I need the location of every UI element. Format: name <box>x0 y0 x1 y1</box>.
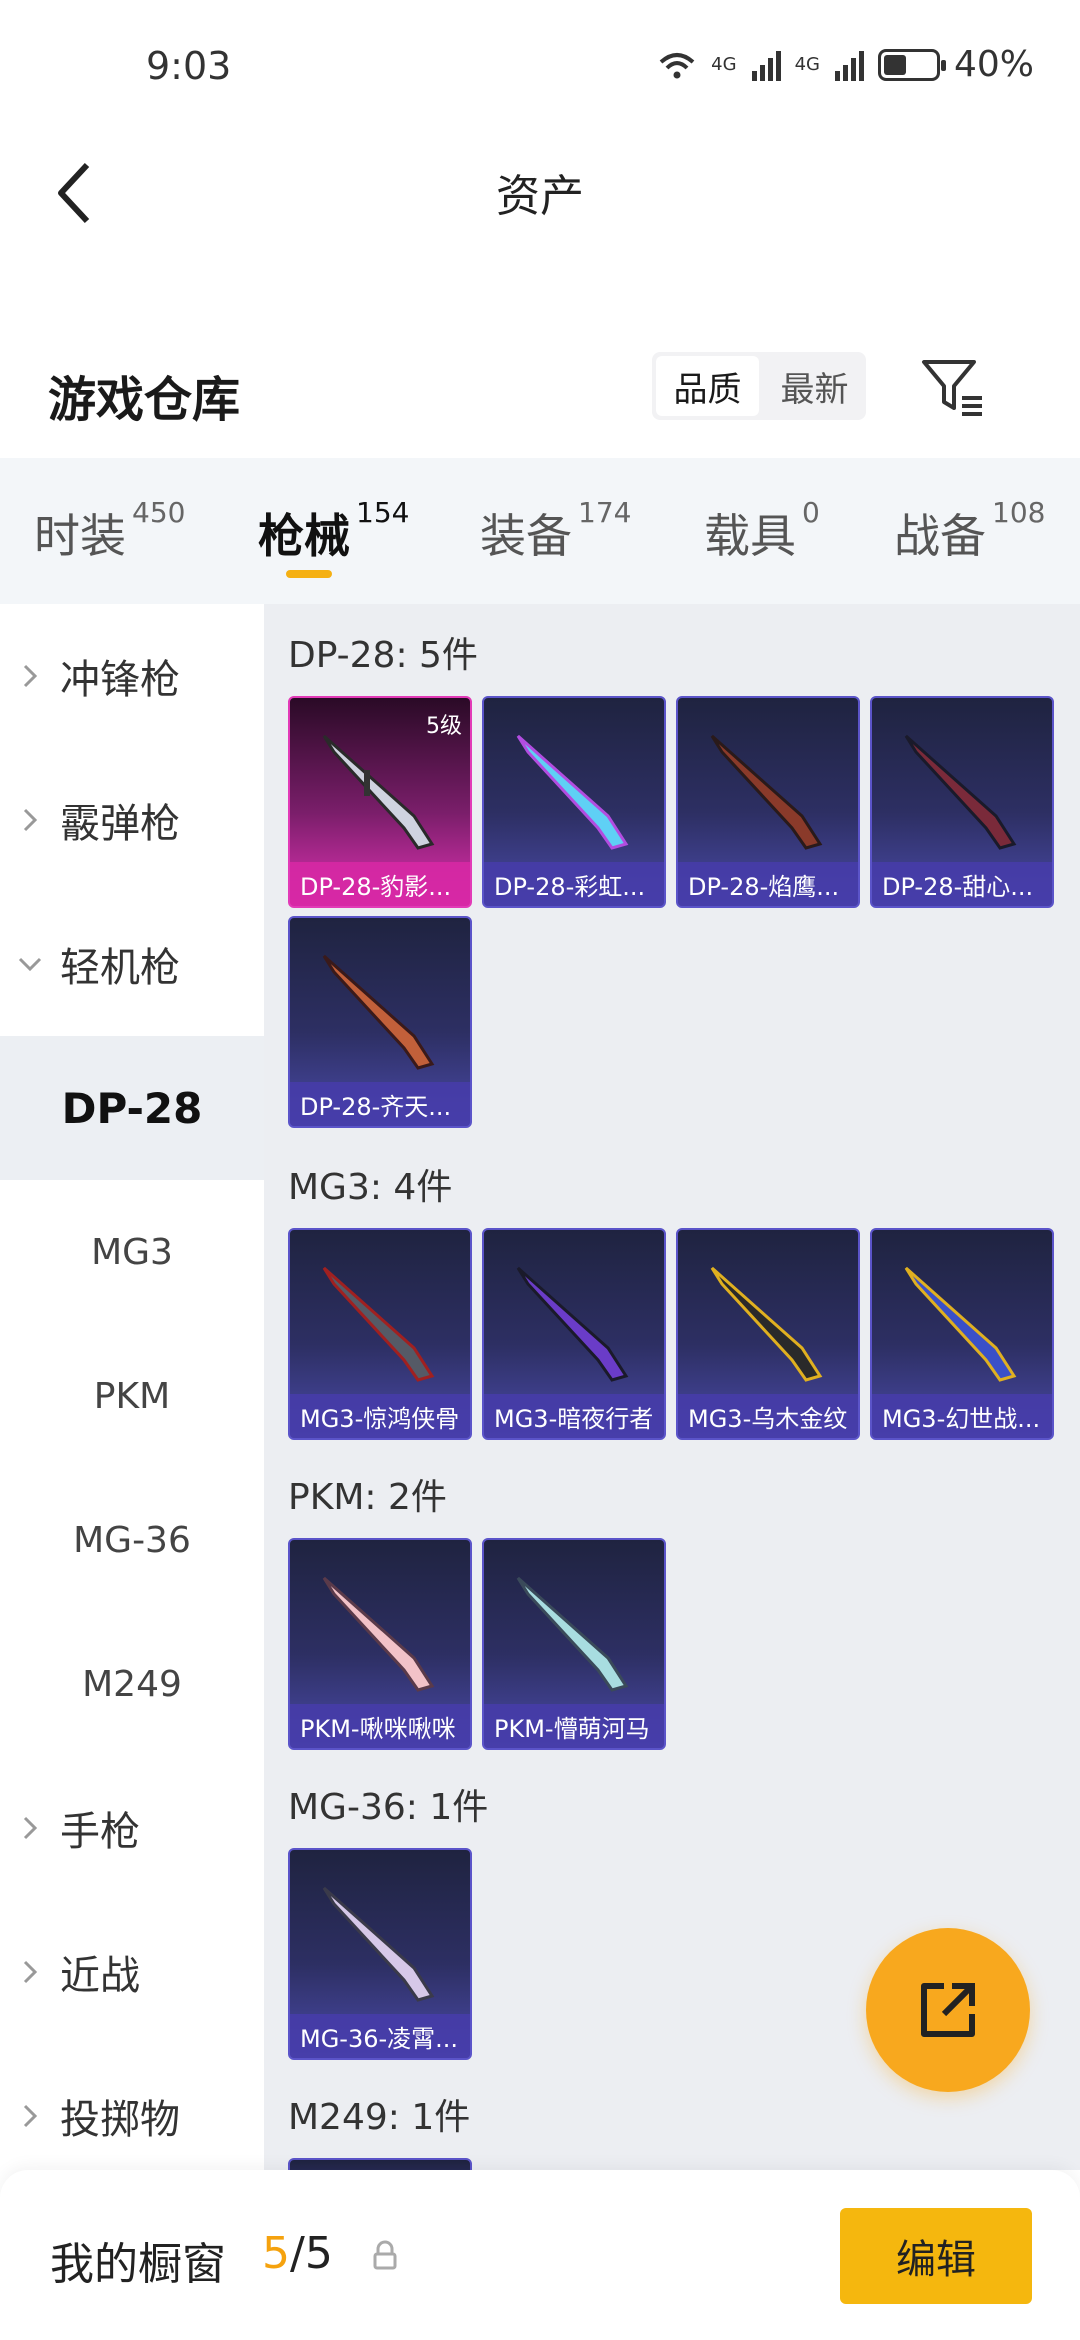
chevron-right-icon <box>23 2104 38 2128</box>
showcase-bar: 我的橱窗 5/5 编辑 <box>0 2170 1080 2340</box>
warehouse-header: 游戏仓库 品质 最新 <box>0 340 1080 456</box>
sort-quality-button[interactable]: 品质 <box>656 356 759 416</box>
showcase-separator: / <box>290 2228 305 2279</box>
group-title-mg36: MG-36: 1件 <box>288 1787 489 1828</box>
tab-supplies[interactable]: 战备 108 <box>894 458 1045 604</box>
wifi-icon <box>659 52 695 78</box>
skin-name: DP-28-彩虹... <box>484 862 664 906</box>
chevron-down-icon <box>18 957 42 972</box>
battery-icon <box>877 48 946 81</box>
status-bar: 9:03 4G 4G 40% <box>0 0 1080 130</box>
skin-name: MG3-惊鸿侠骨 <box>290 1394 470 1438</box>
share-export-icon <box>921 1983 975 2037</box>
group-title-pkm: PKM: 2件 <box>288 1477 447 1518</box>
sidebar-item-smg[interactable]: 冲锋枪 <box>0 604 264 748</box>
status-indicators: 4G 4G 40% <box>657 44 1034 85</box>
skin-name: DP-28-豹影... <box>290 862 470 906</box>
gun-skin-icon <box>322 954 435 1070</box>
lock-icon <box>373 2240 397 2270</box>
sidebar-item-melee[interactable]: 近战 <box>0 1900 264 2044</box>
skin-name: MG3-乌木金纹 <box>678 1394 858 1438</box>
app-header: 资产 <box>0 130 1080 260</box>
showcase-current: 5 <box>262 2228 290 2279</box>
chevron-right-icon <box>23 808 38 832</box>
skin-name: MG3-幻世战... <box>872 1394 1052 1438</box>
skin-card[interactable]: MG-36-凌霄... <box>288 1848 472 2060</box>
sidebar-item-pistol[interactable]: 手枪 <box>0 1756 264 1900</box>
tab-vehicles[interactable]: 载具 0 <box>704 458 820 604</box>
skin-name: DP-28-焰鹰... <box>678 862 858 906</box>
sidebar-item-lmg[interactable]: 轻机枪 <box>0 892 264 1036</box>
tab-equipment[interactable]: 装备 174 <box>480 458 631 604</box>
filter-icon <box>922 360 982 416</box>
sidebar-item-dp28[interactable]: DP-28 <box>0 1036 264 1180</box>
showcase-label: 我的橱窗 <box>50 2239 226 2290</box>
skin-level-badge: 5级 <box>426 714 462 739</box>
sidebar-item-throwables[interactable]: 投掷物 <box>0 2044 264 2188</box>
group-title-dp28: DP-28: 5件 <box>288 635 478 676</box>
sort-toggle: 品质 最新 <box>652 352 866 420</box>
warehouse-title: 游戏仓库 <box>48 372 241 428</box>
gun-skin-icon <box>904 1266 1017 1382</box>
weapon-type-sidebar: 冲锋枪 霰弹枪 轻机枪 DP-28 MG3 PKM MG-36 M249 手枪 … <box>0 604 264 2170</box>
sidebar-item-mg3[interactable]: MG3 <box>0 1180 264 1324</box>
showcase-count: 5/5 <box>262 2228 333 2279</box>
gun-skin-icon <box>322 1886 435 2002</box>
skin-name: MG-36-凌霄... <box>290 2014 470 2058</box>
chevron-right-icon <box>23 664 38 688</box>
network-4g-label-1: 4G <box>711 54 737 75</box>
skin-name: DP-28-齐天... <box>290 1082 470 1126</box>
chevron-right-icon <box>23 1816 38 1840</box>
gun-skin-icon <box>904 734 1017 850</box>
signal-icon <box>834 50 864 81</box>
gun-skin-icon <box>322 1266 435 1382</box>
signal-icon <box>751 50 781 81</box>
tab-guns[interactable]: 枪械 154 <box>258 458 409 604</box>
sidebar-item-mg36[interactable]: MG-36 <box>0 1468 264 1612</box>
sort-newest-button[interactable]: 最新 <box>763 352 866 420</box>
skin-card[interactable]: DP-28-甜心... <box>870 696 1054 908</box>
tab-active-indicator <box>286 570 332 578</box>
sidebar-item-pkm[interactable]: PKM <box>0 1324 264 1468</box>
network-4g-label-2: 4G <box>794 54 820 75</box>
skin-card[interactable] <box>288 2158 472 2170</box>
tab-fashion[interactable]: 时装 450 <box>34 458 185 604</box>
status-time: 9:03 <box>146 44 232 88</box>
page-title: 资产 <box>496 171 584 222</box>
skin-name: MG3-暗夜行者 <box>484 1394 664 1438</box>
edit-button[interactable]: 编辑 <box>840 2208 1032 2304</box>
group-title-m249: M249: 1件 <box>288 2097 471 2138</box>
skin-card[interactable]: DP-28-彩虹... <box>482 696 666 908</box>
skin-card[interactable]: DP-28-焰鹰... <box>676 696 860 908</box>
gun-skin-icon <box>516 734 629 850</box>
gun-skin-icon <box>710 734 823 850</box>
skin-card[interactable]: MG3-乌木金纹 <box>676 1228 860 1440</box>
showcase-total: 5 <box>304 2228 333 2279</box>
skin-card[interactable]: PKM-懵萌河马 <box>482 1538 666 1750</box>
skin-card[interactable]: MG3-暗夜行者 <box>482 1228 666 1440</box>
skin-name: DP-28-甜心... <box>872 862 1052 906</box>
skin-name: PKM-啾咪啾咪 <box>290 1704 470 1748</box>
skin-card[interactable]: PKM-啾咪啾咪 <box>288 1538 472 1750</box>
share-fab-button[interactable] <box>866 1928 1030 2092</box>
skin-card[interactable]: MG3-幻世战... <box>870 1228 1054 1440</box>
chevron-right-icon <box>23 1960 38 1984</box>
gun-skin-icon <box>710 1266 823 1382</box>
sidebar-item-m249[interactable]: M249 <box>0 1612 264 1756</box>
skin-card[interactable]: 5级 DP-28-豹影... <box>288 696 472 908</box>
gun-skin-icon <box>516 1576 629 1692</box>
skin-card[interactable]: MG3-惊鸿侠骨 <box>288 1228 472 1440</box>
skin-name: PKM-懵萌河马 <box>484 1704 664 1748</box>
filter-button[interactable] <box>920 356 990 420</box>
category-tabs: 时装 450 枪械 154 装备 174 载具 0 战备 108 <box>0 458 1080 604</box>
battery-percent: 40% <box>953 44 1034 85</box>
group-title-mg3: MG3: 4件 <box>288 1167 453 1208</box>
gun-skin-icon <box>322 1576 435 1692</box>
sidebar-item-shotgun[interactable]: 霰弹枪 <box>0 748 264 892</box>
gun-skin-icon <box>516 1266 629 1382</box>
skin-card[interactable]: DP-28-齐天... <box>288 916 472 1128</box>
